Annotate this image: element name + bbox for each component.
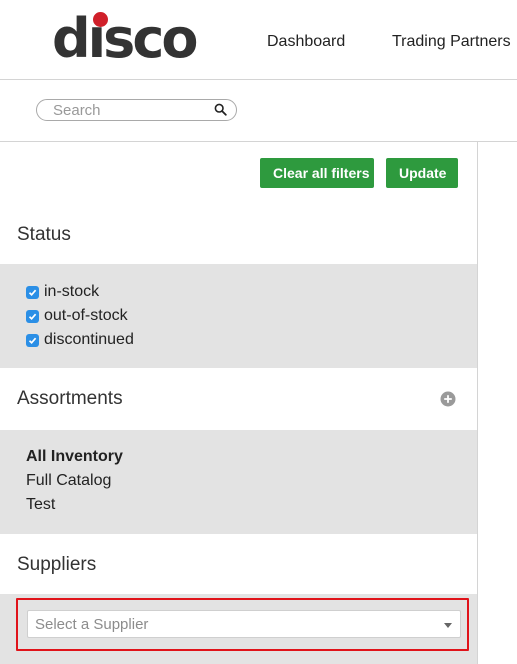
logo-red-dot [92, 12, 108, 27]
assortments-section-title: Assortments [17, 388, 123, 409]
status-option-out-of-stock[interactable]: out-of-stock [26, 306, 128, 326]
top-navigation-bar: d ı sco Dashboard Trading Partners [0, 0, 517, 80]
assortment-item-test[interactable]: Test [26, 496, 55, 514]
checkbox-checked-icon[interactable] [26, 285, 39, 299]
status-option-label: discontinued [44, 331, 134, 348]
checkbox-checked-icon[interactable] [26, 333, 39, 347]
chevron-down-icon [444, 623, 452, 628]
assortment-item-all-inventory[interactable]: All Inventory [26, 448, 123, 466]
search-box[interactable] [36, 99, 237, 121]
supplier-select[interactable]: Select a Supplier [27, 610, 461, 638]
nav-link-trading-partners[interactable]: Trading Partners [392, 33, 511, 51]
status-option-label: out-of-stock [44, 307, 128, 324]
supplier-select-placeholder: Select a Supplier [35, 616, 149, 633]
filter-panel: Clear all filters Update Status in-stock… [0, 142, 478, 664]
update-button[interactable]: Update [386, 158, 458, 188]
assortment-list: All Inventory Full Catalog Test [0, 430, 477, 534]
clear-all-filters-button[interactable]: Clear all filters [260, 158, 374, 188]
status-options: in-stock out-of-stock discontinued [0, 264, 477, 368]
nav-link-dashboard[interactable]: Dashboard [267, 33, 345, 51]
status-option-in-stock[interactable]: in-stock [26, 282, 99, 302]
status-option-label: in-stock [44, 283, 100, 300]
assortment-item-full-catalog[interactable]: Full Catalog [26, 472, 111, 490]
search-icon[interactable] [214, 103, 227, 116]
search-bar-row [0, 80, 517, 142]
status-option-discontinued[interactable]: discontinued [26, 330, 134, 350]
add-assortment-plus-icon[interactable] [440, 391, 456, 407]
status-section-title: Status [17, 224, 71, 245]
dsco-logo[interactable]: d ı sco [52, 8, 198, 70]
search-input[interactable] [53, 101, 213, 119]
suppliers-section-title: Suppliers [17, 554, 97, 575]
checkbox-checked-icon[interactable] [26, 309, 39, 323]
